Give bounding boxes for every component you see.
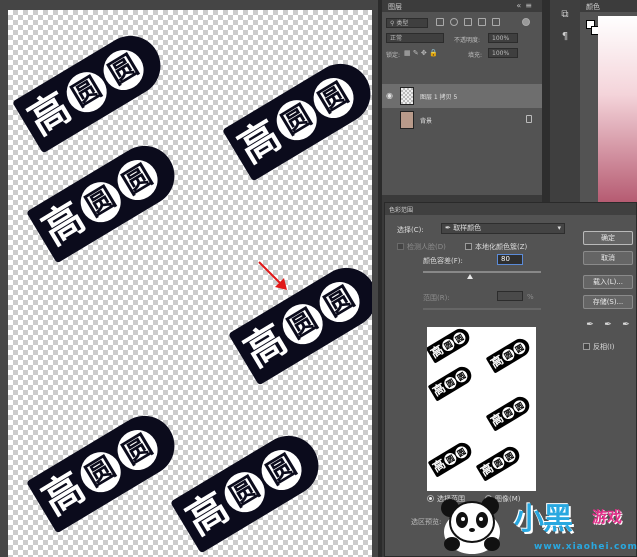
- filter-adjustment-icon[interactable]: [450, 18, 458, 26]
- stamp-graphic: 高圆圆: [225, 245, 372, 390]
- layer-name: 背景: [420, 118, 433, 125]
- fuzziness-slider-thumb[interactable]: [467, 274, 473, 279]
- document-canvas-area[interactable]: 高圆圆 高圆圆 高圆圆 高圆圆 高圆圆 高圆圆: [0, 0, 378, 557]
- eyedropper-plus-icon[interactable]: ✒: [603, 319, 613, 331]
- layer-row[interactable]: ◉ 图层 1 拷贝 5: [382, 84, 542, 108]
- range-input[interactable]: [497, 291, 523, 301]
- invert-checkbox[interactable]: [583, 343, 590, 350]
- stamp-graphic: 高圆圆: [23, 393, 199, 538]
- invert-label: 反相(I): [593, 343, 615, 351]
- color-spectrum[interactable]: [598, 16, 637, 212]
- lock-row: 锁定: ▦ ✎ ✥ 🔒 填充: 100%: [382, 46, 542, 60]
- lock-icons[interactable]: ▦ ✎ ✥ 🔒: [404, 49, 438, 57]
- eye-icon[interactable]: ◉: [386, 92, 395, 100]
- lock-label: 锁定:: [386, 52, 401, 59]
- layer-thumbnail: [400, 111, 414, 129]
- load-button[interactable]: 载入(L)...: [583, 275, 633, 289]
- layer-filter-select[interactable]: ⚲ 类型: [386, 18, 428, 28]
- watermark-subtitle: 游戏: [592, 508, 623, 526]
- panel-menu-icon[interactable]: «≡: [516, 1, 536, 10]
- site-watermark: 小黑 游戏 www.xiaohei.com: [438, 492, 637, 557]
- layers-panel-tab[interactable]: 图层: [388, 2, 402, 12]
- selection-preview-image[interactable]: 高圆圆 高圆圆 高圆圆 高圆圆 高圆圆 高圆圆: [427, 327, 536, 491]
- stamp-graphic: 高圆圆: [167, 413, 343, 557]
- range-slider-track[interactable]: [423, 308, 541, 310]
- opacity-field[interactable]: 100%: [488, 33, 518, 43]
- layer-thumbnail: [400, 87, 414, 105]
- fuzziness-input[interactable]: 80: [497, 254, 523, 265]
- range-unit: %: [527, 293, 534, 301]
- selection-preview-label: 选区预览:: [411, 518, 442, 526]
- detect-faces-label: 检测人脸(D): [407, 243, 446, 251]
- selection-radio[interactable]: [427, 495, 434, 502]
- select-label: 选择(C):: [397, 226, 424, 234]
- opacity-label: 不透明度:: [454, 37, 481, 44]
- paragraph-icon[interactable]: ¶: [558, 30, 572, 44]
- preview-stamp: 高圆圆: [427, 327, 475, 365]
- cancel-button[interactable]: 取消: [583, 251, 633, 265]
- filter-shape-icon[interactable]: [478, 18, 486, 26]
- fuzziness-slider-track[interactable]: [423, 271, 541, 273]
- fill-field[interactable]: 100%: [488, 48, 518, 58]
- preview-stamp: 高圆圆: [485, 333, 536, 376]
- filter-smart-object-icon[interactable]: [492, 18, 500, 26]
- blend-row: 正常 不透明度: 100%: [382, 31, 542, 45]
- color-panel-titlebar: 颜色: [580, 0, 637, 12]
- watermark-title: 小黑: [514, 502, 573, 537]
- layers-panel: 图层 «≡ ⚲ 类型 正常 不透明度: 100% 锁定: ▦ ✎ ✥ 🔒 填充:…: [382, 0, 542, 195]
- filter-type-icon[interactable]: [464, 18, 472, 26]
- filter-toggle-icon[interactable]: [522, 18, 530, 26]
- eyedropper-icon: ✒: [445, 224, 454, 232]
- fill-label: 填充:: [468, 52, 483, 59]
- eyedropper-icon[interactable]: ✒: [585, 319, 595, 331]
- red-arrow-icon: [258, 261, 287, 290]
- layers-panel-titlebar: 图层 «≡: [382, 0, 542, 12]
- save-button[interactable]: 存储(S)...: [583, 295, 633, 309]
- blend-mode-select[interactable]: 正常: [386, 33, 444, 43]
- watermark-url: www.xiaohei.com: [534, 542, 637, 552]
- localized-clusters-label: 本地化颜色簇(Z): [475, 243, 528, 251]
- layer-row[interactable]: 背景: [382, 108, 542, 132]
- history-icon[interactable]: ⧉: [558, 8, 572, 22]
- localized-clusters-checkbox[interactable]: [465, 243, 472, 250]
- preview-stamp: 高圆圆: [475, 441, 526, 484]
- select-dropdown[interactable]: ✒ 取样颜色 ▾: [441, 223, 565, 234]
- dialog-titlebar[interactable]: 色彩范围: [385, 203, 636, 215]
- fuzziness-label: 颜色容差(F):: [423, 257, 463, 265]
- document-canvas[interactable]: 高圆圆 高圆圆 高圆圆 高圆圆 高圆圆 高圆圆: [8, 10, 372, 557]
- stamp-graphic: 高圆圆: [219, 41, 372, 186]
- ok-button[interactable]: 确定: [583, 231, 633, 245]
- eyedropper-minus-icon[interactable]: ✒: [621, 319, 631, 331]
- preview-stamp: 高圆圆: [485, 391, 536, 434]
- layer-name: 图层 1 拷贝 5: [420, 94, 458, 101]
- range-label: 范围(R):: [423, 294, 450, 302]
- panda-logo-icon: [441, 497, 500, 554]
- chevron-down-icon: ▾: [557, 224, 561, 232]
- detect-faces-checkbox[interactable]: [397, 243, 404, 250]
- color-panel-tab[interactable]: 颜色: [586, 2, 600, 12]
- preview-stamp: 高圆圆: [427, 437, 477, 480]
- preview-stamp: 高圆圆: [427, 361, 477, 404]
- lock-icon: [526, 115, 532, 123]
- filter-pixel-icon[interactable]: [436, 18, 444, 26]
- layer-filter-row: ⚲ 类型: [382, 16, 542, 30]
